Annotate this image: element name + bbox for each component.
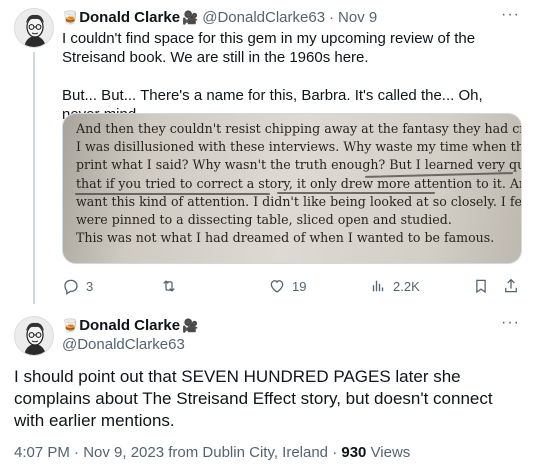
reply-icon [64, 279, 78, 295]
reply-button[interactable]: 3 [62, 277, 93, 295]
pen-underline [75, 193, 270, 195]
repost-icon [163, 280, 175, 292]
share-button[interactable] [502, 277, 520, 295]
tweet-reply[interactable]: 🥃 Donald Clarke 🎥 @DonaldClarke63 ··· I … [0, 306, 536, 473]
tweet-text-line: I couldn't find space for this gem in my… [62, 30, 476, 66]
tweet-original[interactable]: 🥃 Donald Clarke 🎥 @DonaldClarke63 · Nov … [0, 0, 536, 306]
book-line: want this kind of attention. I didn't li… [76, 193, 522, 209]
author-name[interactable]: Donald Clarke [79, 316, 180, 335]
tweet-date[interactable]: Nov 9 [338, 9, 377, 27]
movie-camera-icon: 🎥 [182, 318, 199, 333]
views-icon [372, 280, 384, 292]
separator-dot: · [329, 9, 335, 26]
avatar[interactable] [14, 8, 54, 48]
like-count: 19 [292, 278, 307, 294]
timestamp-location[interactable]: 4:07 PM · Nov 9, 2023 from Dublin City, … [14, 444, 341, 461]
book-line: I was disillusioned with these interview… [76, 139, 521, 155]
movie-camera-icon: 🎥 [182, 10, 199, 25]
bookmark-button[interactable] [472, 277, 490, 295]
author-handle[interactable]: @DonaldClarke63 [202, 9, 325, 27]
tweet-actions: 3 19 2.2K [62, 277, 524, 297]
author-handle[interactable]: @DonaldClarke63 [62, 335, 185, 354]
heart-icon [270, 280, 284, 293]
views-count: 2.2K [393, 278, 420, 294]
avatar-portrait-icon [15, 9, 53, 47]
tweet-header: 🥃 Donald Clarke 🎥 @DonaldClarke63 · Nov … [62, 9, 377, 27]
more-icon[interactable]: ··· [501, 314, 520, 332]
book-line: were pinned to a dissecting table, slice… [76, 211, 452, 227]
views-count: 930 [341, 444, 367, 461]
reply-count: 3 [86, 278, 94, 294]
pen-underline [277, 192, 435, 194]
author-name[interactable]: Donald Clarke [79, 9, 180, 27]
tweet-text: I should point out that SEVEN HUNDRED PA… [14, 367, 493, 430]
tweet-meta: 4:07 PM · Nov 9, 2023 from Dublin City, … [14, 444, 410, 461]
views-button[interactable]: 2.2K [369, 277, 420, 295]
avatar[interactable] [14, 316, 54, 356]
glass-emoji: 🥃 [62, 10, 79, 25]
book-page-text: And then they couldn't resist chipping a… [76, 120, 522, 247]
repost-button[interactable] [160, 277, 184, 295]
tweet-photo[interactable]: And then they couldn't resist chipping a… [62, 113, 522, 264]
views-label: Views [370, 444, 411, 461]
tweet-header: 🥃 Donald Clarke 🎥 @DonaldClarke63 [62, 316, 199, 354]
thread-connector-line [33, 52, 35, 304]
avatar-portrait-icon [15, 317, 53, 355]
tweet-text: I couldn't find space for this gem in my… [62, 29, 524, 124]
like-button[interactable]: 19 [268, 277, 306, 295]
book-line: And then they couldn't resist chipping a… [76, 121, 522, 136]
book-line: This was not what I had dreamed of when … [76, 230, 495, 246]
book-line: print what I said? Why wasn't the truth … [76, 157, 522, 173]
share-icon [505, 278, 517, 293]
bookmark-icon [476, 279, 486, 294]
more-icon[interactable]: ··· [501, 6, 520, 24]
book-line: that if you tried to correct a story, it… [76, 175, 521, 191]
glass-emoji: 🥃 [62, 318, 79, 333]
